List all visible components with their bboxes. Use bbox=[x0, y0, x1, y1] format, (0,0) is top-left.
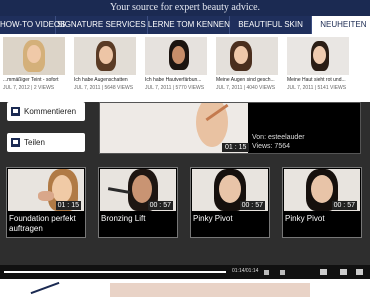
related-video-title: Foundation perfekt auftragen bbox=[9, 214, 76, 233]
tab-how-to-videos[interactable]: HOW-TO VIDEOS bbox=[0, 16, 66, 34]
main-video-meta: Von: esteelauder Views: 7564 bbox=[252, 133, 305, 151]
tab-beautiful-skin[interactable]: BEAUTIFUL SKIN bbox=[230, 16, 313, 34]
progress-fill bbox=[4, 271, 226, 273]
share-icon bbox=[11, 138, 20, 147]
main-video-duration: 01 : 15 bbox=[222, 143, 250, 152]
decorative-line bbox=[30, 281, 60, 295]
video-thumbnail bbox=[3, 37, 65, 75]
comment-button[interactable]: Kommentieren bbox=[7, 102, 85, 121]
video-thumbnail bbox=[287, 37, 349, 75]
related-video-title: Pinky Pivot bbox=[285, 214, 325, 223]
related-video-card[interactable]: 00 : 57 Pinky Pivot bbox=[282, 167, 362, 238]
related-video-title: Pinky Pivot bbox=[193, 214, 233, 223]
video-thumbnail bbox=[74, 37, 136, 75]
video-author: Von: esteelauder bbox=[252, 134, 305, 141]
related-video-card[interactable]: 00 : 57 Bronzing Lift bbox=[98, 167, 178, 238]
dropdown-video-card[interactable]: Ich habe Hautverfärbun... JUL 7, 2011 | … bbox=[142, 37, 213, 102]
play-icon[interactable] bbox=[264, 270, 269, 275]
nav-tabs: HOW-TO VIDEOS SIGNATURE SERVICES LERNE T… bbox=[0, 16, 370, 34]
progress-bar[interactable] bbox=[4, 271, 226, 273]
related-video-title: Bronzing Lift bbox=[101, 214, 146, 223]
new-videos-dropdown: ...mmäßiger Teint - sofort JUL 7, 2012 |… bbox=[0, 34, 370, 102]
related-video-card[interactable]: 00 : 57 Pinky Pivot bbox=[190, 167, 270, 238]
tab-signature-services[interactable]: SIGNATURE SERVICES bbox=[56, 16, 148, 34]
player-controls: 01:14/01:14 bbox=[0, 265, 370, 279]
dropdown-video-card[interactable]: Meine Haut sieht rot und... JUL 7, 2011 … bbox=[284, 37, 355, 102]
banner-image bbox=[110, 283, 310, 297]
volume-icon[interactable] bbox=[320, 269, 327, 275]
share-icon[interactable] bbox=[356, 269, 363, 275]
time-readout: 01:14/01:14 bbox=[232, 268, 259, 274]
site-header: Your source for expert beauty advice. bbox=[0, 0, 370, 16]
dropdown-video-card[interactable]: Meine Augen sind gesch... JUL 7, 2011 | … bbox=[213, 37, 284, 102]
related-video-card[interactable]: 01 : 15 Foundation perfekt auftragen bbox=[6, 167, 86, 238]
dropdown-video-card[interactable]: Ich habe Augenschatten JUL 7, 2011 | 564… bbox=[71, 37, 142, 102]
comment-icon[interactable] bbox=[340, 269, 347, 275]
tab-neuheiten[interactable]: NEUHEITEN bbox=[312, 16, 370, 34]
main-video-frame[interactable]: 01 : 15 Von: esteelauder Views: 7564 bbox=[99, 102, 361, 154]
fullscreen-icon[interactable] bbox=[280, 270, 285, 275]
video-thumbnail bbox=[216, 37, 278, 75]
comment-icon bbox=[11, 107, 20, 116]
page-bottom-strip bbox=[0, 279, 370, 297]
share-button[interactable]: Teilen bbox=[7, 133, 85, 152]
tagline: Your source for expert beauty advice. bbox=[109, 2, 261, 13]
dropdown-video-card[interactable]: ...mmäßiger Teint - sofort JUL 7, 2012 |… bbox=[0, 37, 71, 102]
video-thumbnail bbox=[145, 37, 207, 75]
video-views: Views: 7564 bbox=[252, 143, 291, 150]
tab-lerne-tom-kennen[interactable]: LERNE TOM KENNEN bbox=[148, 16, 230, 34]
